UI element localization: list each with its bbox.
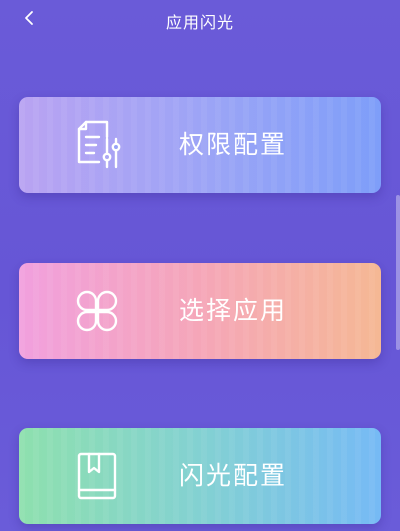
clover-icon bbox=[76, 290, 118, 332]
flash-settings-label: 闪光配置 bbox=[179, 461, 288, 490]
permission-settings-card[interactable]: 权限配置 bbox=[19, 97, 381, 193]
page-title: 应用闪光 bbox=[165, 13, 234, 32]
scrollbar[interactable] bbox=[396, 195, 400, 350]
select-apps-card[interactable]: 选择应用 bbox=[19, 263, 381, 359]
flash-settings-card[interactable]: 闪光配置 bbox=[19, 428, 381, 524]
book-icon bbox=[77, 452, 117, 500]
select-apps-label: 选择应用 bbox=[179, 296, 288, 325]
document-settings-icon bbox=[77, 120, 121, 169]
app-header: 应用闪光 bbox=[0, 0, 400, 40]
permission-settings-label: 权限配置 bbox=[179, 130, 288, 159]
